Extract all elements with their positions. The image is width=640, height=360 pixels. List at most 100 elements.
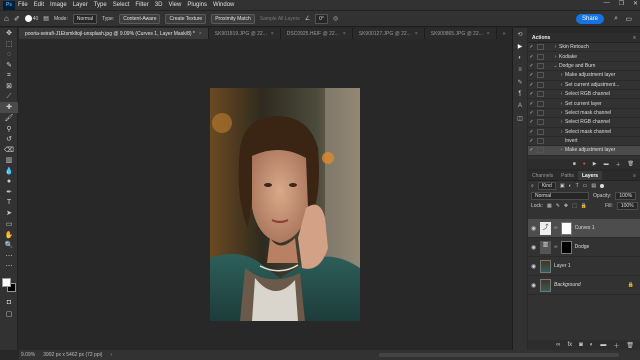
tab-document-2[interactable]: SK901819.JPG @ 22... × bbox=[208, 28, 281, 39]
dialog-toggle-box[interactable] bbox=[537, 91, 544, 98]
twirl-icon[interactable]: › bbox=[558, 129, 565, 135]
twirl-icon[interactable]: › bbox=[558, 110, 565, 116]
dialog-toggle-box[interactable] bbox=[537, 109, 544, 116]
dodge-tool-icon[interactable]: ● bbox=[0, 176, 18, 187]
twirl-icon[interactable]: ⌄ bbox=[552, 63, 559, 69]
close-icon[interactable]: ✕ bbox=[633, 0, 638, 7]
dialog-toggle-box[interactable] bbox=[537, 119, 544, 126]
gradient-tool-icon[interactable]: ▥ bbox=[0, 155, 18, 166]
new-action-icon[interactable]: ＋ bbox=[616, 161, 621, 168]
menu-3d[interactable]: 3D bbox=[155, 2, 163, 8]
toggle-item-icon[interactable]: ✓ bbox=[528, 138, 535, 144]
rectangle-tool-icon[interactable]: ▭ bbox=[0, 219, 18, 230]
record-icon[interactable]: ● bbox=[583, 161, 586, 167]
lock-artboard-icon[interactable]: ⬚ bbox=[572, 203, 577, 209]
more-tools-icon[interactable]: ⋯ bbox=[0, 250, 18, 261]
add-mask-icon[interactable]: ◙ bbox=[579, 342, 583, 348]
color-swatches[interactable] bbox=[0, 276, 17, 298]
libraries-icon[interactable]: ◫ bbox=[513, 112, 527, 124]
layer-row-curves-1[interactable]: ◉ ⤴ ∞ Curves 1 bbox=[528, 219, 640, 238]
screen-mode-icon[interactable]: ▢ bbox=[0, 308, 18, 319]
eraser-tool-icon[interactable]: ⌫ bbox=[0, 145, 18, 156]
action-item[interactable]: ✓ › Select RGB channel bbox=[528, 90, 640, 100]
tab-document-1[interactable]: pooria-seirafi-J1Etsmkltojl-unsplash.jpg… bbox=[19, 28, 209, 39]
dialog-toggle-box[interactable] bbox=[537, 100, 544, 107]
healing-brush-icon[interactable]: ✐ bbox=[14, 15, 20, 23]
actions-icon[interactable]: ▶ bbox=[513, 40, 527, 52]
chain-link-icon[interactable]: ∞ bbox=[554, 244, 558, 250]
toggle-item-icon[interactable]: ✓ bbox=[528, 129, 535, 135]
angle-input[interactable]: 0° bbox=[315, 13, 328, 24]
new-set-icon[interactable]: ▬ bbox=[604, 161, 609, 167]
type-filter-icon[interactable]: T bbox=[576, 183, 579, 189]
toggle-item-icon[interactable]: ✓ bbox=[528, 110, 535, 116]
quick-mask-icon[interactable]: ◘ bbox=[0, 298, 18, 309]
shape-filter-icon[interactable]: ▭ bbox=[583, 183, 588, 189]
menu-image[interactable]: Image bbox=[50, 2, 67, 8]
link-layers-icon[interactable]: ∞ bbox=[556, 342, 560, 348]
kind-filter-select[interactable]: Kind bbox=[537, 182, 556, 190]
toggle-item-icon[interactable]: ✓ bbox=[528, 147, 535, 153]
twirl-icon[interactable]: › bbox=[558, 91, 565, 97]
toggle-item-icon[interactable]: ✓ bbox=[528, 72, 535, 78]
layer-mask-thumbnail[interactable] bbox=[560, 240, 572, 254]
lasso-tool-icon[interactable]: ◌ bbox=[0, 49, 18, 60]
content-aware-button[interactable]: Content-Aware bbox=[119, 13, 161, 24]
search-icon[interactable]: ⌕ bbox=[614, 15, 618, 23]
adjustment-filter-icon[interactable]: ◐ bbox=[569, 183, 572, 189]
delete-icon[interactable]: 🗑 bbox=[628, 161, 634, 167]
panel-menu-icon[interactable]: ≡ bbox=[633, 35, 636, 41]
properties-icon[interactable]: ≡ bbox=[513, 64, 527, 76]
menu-layer[interactable]: Layer bbox=[73, 2, 88, 8]
menu-type[interactable]: Type bbox=[94, 2, 107, 8]
close-tab-icon[interactable]: × bbox=[343, 31, 346, 37]
dialog-toggle-box[interactable] bbox=[537, 72, 544, 79]
pen-tool-icon[interactable]: ✒ bbox=[0, 187, 18, 198]
history-icon[interactable]: ⟲ bbox=[513, 28, 527, 40]
crop-tool-icon[interactable]: ⌗ bbox=[0, 70, 18, 81]
tab-paths[interactable]: Paths bbox=[557, 171, 578, 180]
tab-layers[interactable]: Layers bbox=[577, 171, 603, 180]
lock-all-icon[interactable]: 🔒 bbox=[581, 203, 587, 209]
dialog-toggle-box[interactable] bbox=[537, 138, 544, 145]
stop-icon[interactable]: ■ bbox=[573, 161, 576, 167]
home-icon[interactable]: ⌂ bbox=[4, 14, 9, 23]
lock-position-icon[interactable]: ✥ bbox=[564, 203, 568, 209]
restore-icon[interactable]: ❐ bbox=[619, 0, 624, 7]
opacity-input[interactable]: 100% bbox=[615, 192, 637, 200]
action-item[interactable]: ✓ Invert bbox=[528, 137, 640, 147]
create-texture-button[interactable]: Create Texture bbox=[165, 13, 207, 24]
tab-document-5[interactable]: SK900865.JPG @ 22... × bbox=[424, 28, 497, 39]
menu-edit[interactable]: Edit bbox=[34, 2, 44, 8]
eyedropper-tool-icon[interactable]: ⟋ bbox=[0, 92, 18, 103]
healing-brush-tool-icon[interactable]: ✚ bbox=[0, 102, 18, 113]
blur-tool-icon[interactable]: 💧 bbox=[0, 166, 18, 177]
layer-row-background[interactable]: ◉ Background 🔒 bbox=[528, 276, 640, 295]
pressure-size-icon[interactable]: ◎ bbox=[333, 15, 338, 22]
dialog-toggle-box[interactable] bbox=[537, 44, 544, 51]
workspace-icon[interactable]: ▭ bbox=[625, 15, 632, 23]
minimize-icon[interactable]: — bbox=[604, 0, 610, 7]
action-item[interactable]: ✓ › Set current layer bbox=[528, 99, 640, 109]
tab-document-4[interactable]: SK900127.JPG @ 22... × bbox=[352, 28, 425, 39]
toggle-item-icon[interactable]: ✓ bbox=[528, 82, 535, 88]
dialog-toggle-box[interactable] bbox=[537, 81, 544, 88]
menu-view[interactable]: View bbox=[168, 2, 181, 8]
twirl-icon[interactable]: › bbox=[552, 54, 559, 60]
toggle-item-icon[interactable]: ✓ bbox=[528, 44, 535, 50]
move-tool-icon[interactable]: ✥ bbox=[0, 28, 18, 39]
dialog-toggle-box[interactable] bbox=[537, 62, 544, 69]
twirl-icon[interactable]: › bbox=[552, 44, 559, 50]
adjustments-icon[interactable]: ◐ bbox=[513, 52, 527, 64]
layer-row-layer-1[interactable]: ◉ Layer 1 bbox=[528, 257, 640, 276]
filter-toggle-icon[interactable] bbox=[600, 184, 605, 188]
mode-select[interactable]: Normal bbox=[72, 13, 97, 24]
close-tab-icon[interactable]: × bbox=[199, 31, 202, 37]
new-layer-icon[interactable]: ＋ bbox=[613, 341, 619, 350]
action-item[interactable]: ✓ › Kodiake bbox=[528, 52, 640, 62]
edit-toolbar-icon[interactable]: ⋯ bbox=[0, 261, 18, 272]
brush-settings-icon[interactable]: ▤ bbox=[43, 15, 49, 22]
menu-window[interactable]: Window bbox=[213, 2, 234, 8]
share-button[interactable]: Share bbox=[575, 14, 604, 24]
foreground-color-swatch[interactable] bbox=[2, 277, 11, 287]
